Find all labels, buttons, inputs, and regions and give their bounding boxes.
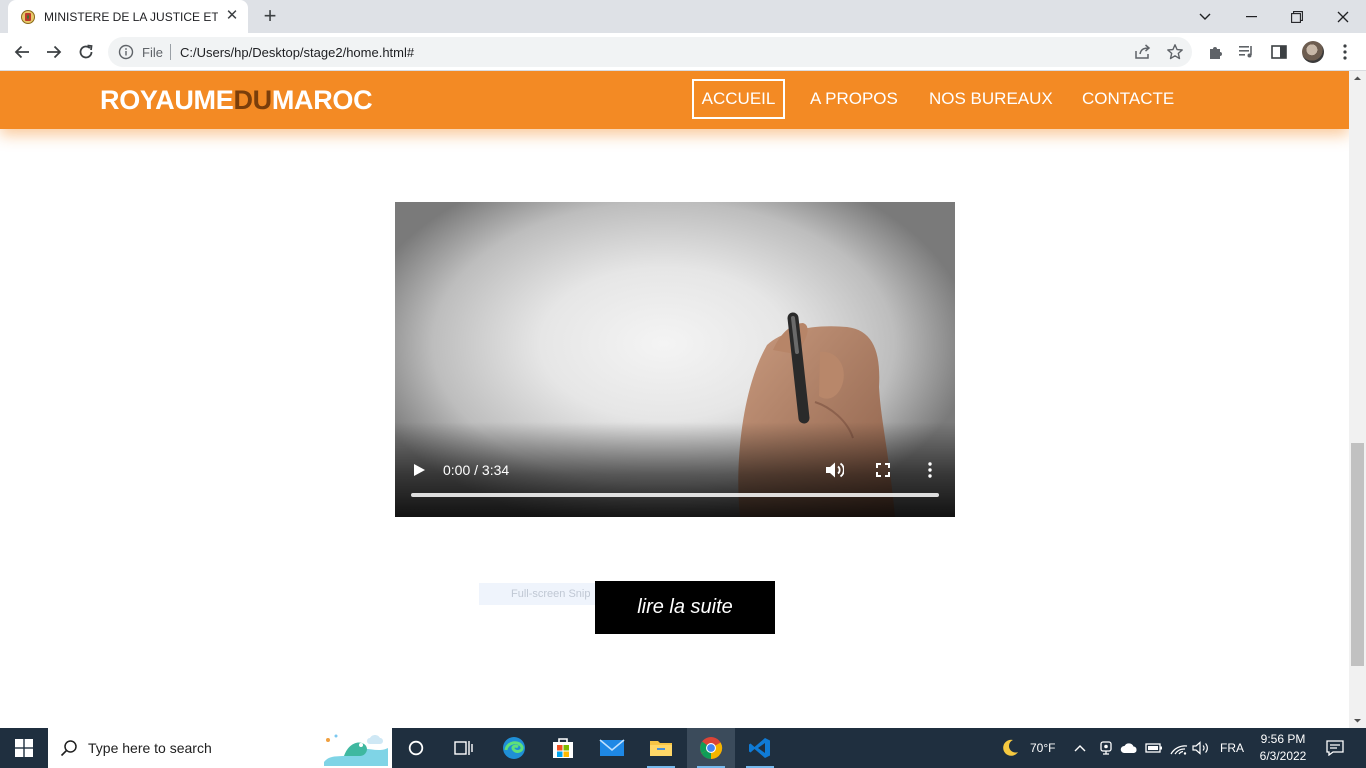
volume-icon[interactable] bbox=[825, 461, 844, 479]
video-progress-bar[interactable] bbox=[411, 493, 939, 497]
address-separator bbox=[170, 44, 171, 60]
clock-time: 9:56 PM bbox=[1260, 732, 1306, 746]
tray-battery-button[interactable] bbox=[1145, 728, 1163, 768]
taskbar-app-store[interactable] bbox=[539, 728, 587, 768]
read-more-button[interactable]: lire la suite bbox=[595, 581, 775, 634]
window-close-icon[interactable] bbox=[1320, 0, 1366, 33]
tab-title: MINISTERE DE LA JUSTICE ET DE bbox=[44, 10, 218, 24]
scrollbar-thumb[interactable] bbox=[1351, 443, 1364, 666]
cortana-button[interactable] bbox=[392, 728, 440, 768]
scroll-up-arrow-icon[interactable] bbox=[1349, 71, 1366, 85]
logo-part-3: MAROC bbox=[271, 85, 373, 115]
task-view-icon bbox=[454, 741, 473, 755]
forward-arrow-icon[interactable] bbox=[40, 38, 68, 66]
media-control-icon[interactable] bbox=[1238, 43, 1256, 61]
search-highlight-dragon-icon bbox=[314, 730, 392, 766]
windows-taskbar: Type here to search 70°F FRA 9:56 PM 6/3… bbox=[0, 728, 1366, 768]
video-timecode: 0:00 / 3:34 bbox=[443, 462, 510, 478]
taskbar-search-box[interactable]: Type here to search bbox=[48, 728, 392, 768]
chevron-up-icon bbox=[1074, 745, 1086, 752]
more-options-icon[interactable] bbox=[927, 462, 933, 478]
folder-icon bbox=[650, 741, 672, 756]
scroll-down-arrow-icon[interactable] bbox=[1349, 714, 1366, 728]
info-icon[interactable] bbox=[118, 44, 134, 60]
store-icon bbox=[553, 738, 573, 758]
browser-toolbar: File C:/Users/hp/Desktop/stage2/home.htm… bbox=[0, 33, 1366, 71]
taskbar-app-vscode[interactable] bbox=[736, 728, 784, 768]
nav-link-a-propos[interactable]: A PROPOS bbox=[810, 79, 898, 119]
back-arrow-icon[interactable] bbox=[8, 38, 36, 66]
moon-weather-icon bbox=[1003, 739, 1018, 756]
video-player[interactable]: 0:00 / 3:34 bbox=[395, 202, 955, 517]
video-controls: 0:00 / 3:34 bbox=[395, 422, 955, 517]
clock-date: 6/3/2022 bbox=[1259, 749, 1307, 763]
nav-link-accueil[interactable]: ACCUEIL bbox=[692, 79, 785, 119]
share-icon[interactable] bbox=[1134, 44, 1152, 60]
vscode-icon bbox=[749, 738, 770, 758]
site-header: ROYAUMEDUMAROC ACCUEIL A PROPOS NOS BURE… bbox=[0, 71, 1349, 129]
tray-onedrive-button[interactable] bbox=[1120, 728, 1138, 768]
weather-widget[interactable]: 70°F bbox=[1000, 728, 1055, 768]
cortana-circle-icon bbox=[408, 740, 424, 756]
fullscreen-icon[interactable] bbox=[876, 463, 890, 477]
minimize-icon[interactable] bbox=[1228, 0, 1274, 33]
logo-part-2: DU bbox=[233, 85, 272, 115]
nav-link-nos-bureaux[interactable]: NOS BUREAUX bbox=[929, 79, 1053, 119]
notification-icon bbox=[1326, 740, 1344, 756]
page-scrollbar[interactable] bbox=[1349, 71, 1366, 728]
tray-volume-button[interactable] bbox=[1192, 728, 1210, 768]
extensions-puzzle-icon[interactable] bbox=[1207, 43, 1225, 61]
windows-logo-icon bbox=[15, 739, 33, 757]
wifi-icon bbox=[1170, 745, 1188, 755]
start-button[interactable] bbox=[0, 728, 48, 768]
webcam-icon bbox=[1100, 741, 1112, 755]
taskbar-clock[interactable]: 9:56 PM 6/3/2022 bbox=[1248, 731, 1318, 765]
battery-icon bbox=[1145, 743, 1162, 753]
tab-close-icon[interactable]: ✕ bbox=[224, 8, 240, 24]
browser-tab[interactable]: MINISTERE DE LA JUSTICE ET DE ✕ bbox=[8, 0, 248, 33]
page-viewport: ROYAUMEDUMAROC ACCUEIL A PROPOS NOS BURE… bbox=[0, 71, 1349, 728]
play-icon[interactable] bbox=[412, 463, 426, 477]
action-center-button[interactable] bbox=[1320, 728, 1350, 768]
taskbar-app-mail[interactable] bbox=[588, 728, 636, 768]
show-hidden-icons-button[interactable] bbox=[1074, 728, 1086, 768]
tab-search-icon[interactable] bbox=[1182, 0, 1228, 33]
taskbar-app-edge[interactable] bbox=[490, 728, 538, 768]
language-indicator[interactable]: FRA bbox=[1220, 728, 1244, 768]
address-scheme: File bbox=[142, 45, 163, 60]
taskbar-app-chrome[interactable] bbox=[687, 728, 735, 768]
chrome-icon bbox=[700, 737, 723, 760]
reload-icon[interactable] bbox=[72, 38, 100, 66]
nav-link-contacte[interactable]: CONTACTE bbox=[1082, 79, 1174, 119]
profile-avatar[interactable] bbox=[1302, 41, 1324, 63]
speaker-icon bbox=[1192, 741, 1208, 755]
logo-part-1: ROYAUME bbox=[100, 85, 234, 115]
taskbar-search-placeholder: Type here to search bbox=[88, 740, 212, 756]
cloud-icon bbox=[1120, 743, 1137, 753]
search-icon bbox=[60, 740, 77, 757]
weather-temperature: 70°F bbox=[1030, 741, 1056, 755]
edge-icon bbox=[503, 737, 525, 759]
coat-of-arms-icon bbox=[21, 10, 35, 24]
mail-icon bbox=[599, 739, 625, 756]
task-view-button[interactable] bbox=[440, 728, 488, 768]
address-bar[interactable]: File C:/Users/hp/Desktop/stage2/home.htm… bbox=[108, 37, 1192, 67]
taskbar-app-file-explorer[interactable] bbox=[637, 728, 685, 768]
new-tab-icon[interactable]: + bbox=[258, 5, 282, 29]
browser-tabstrip: MINISTERE DE LA JUSTICE ET DE ✕ + bbox=[0, 0, 1366, 33]
address-url[interactable]: C:/Users/hp/Desktop/stage2/home.html# bbox=[180, 45, 414, 60]
site-logo[interactable]: ROYAUMEDUMAROC bbox=[100, 85, 373, 116]
tray-camera-button[interactable] bbox=[1099, 728, 1113, 768]
bookmark-star-icon[interactable] bbox=[1166, 43, 1184, 61]
tray-network-button[interactable] bbox=[1170, 728, 1188, 768]
browser-menu-icon[interactable] bbox=[1336, 43, 1354, 61]
restore-icon[interactable] bbox=[1274, 0, 1320, 33]
side-panel-icon[interactable] bbox=[1270, 43, 1288, 61]
